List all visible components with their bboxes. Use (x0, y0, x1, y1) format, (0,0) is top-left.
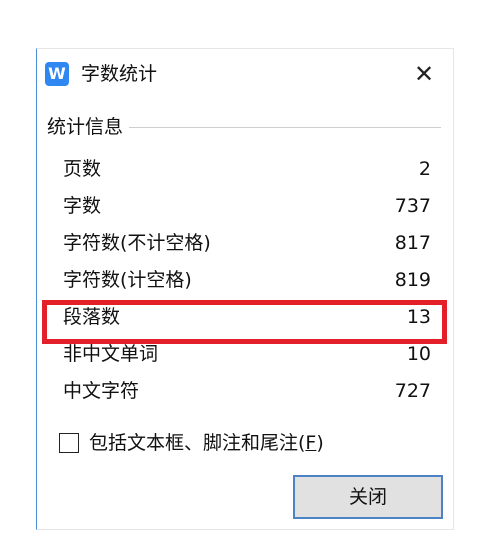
stat-label: 非中文单词 (63, 343, 159, 365)
stat-label: 字符数(不计空格) (63, 232, 211, 254)
stat-row-chars-no-spaces: 字符数(不计空格) 817 (63, 227, 431, 264)
word-count-dialog: W 字数统计 ✕ 统计信息 页数 2 字数 737 字符数(不计空格) 817 … (36, 48, 454, 530)
dialog-titlebar: W 字数统计 ✕ (37, 49, 453, 99)
stat-value: 737 (394, 195, 431, 217)
highlight-box (42, 300, 447, 344)
close-icon[interactable]: ✕ (409, 59, 439, 89)
stat-row-chars-with-spaces: 字符数(计空格) 819 (63, 264, 431, 301)
stat-value: 727 (394, 380, 431, 402)
stat-value: 819 (394, 269, 431, 291)
checkbox-label-suffix: ) (316, 432, 324, 454)
stat-value: 10 (406, 343, 431, 365)
stat-value: 817 (394, 232, 431, 254)
stats-list: 页数 2 字数 737 字符数(不计空格) 817 字符数(计空格) 819 段… (63, 153, 431, 412)
stat-value: 2 (418, 158, 431, 180)
stat-label: 字符数(计空格) (63, 269, 192, 291)
checkbox-accelerator: F (305, 432, 317, 454)
stat-row-chinese-chars: 中文字符 727 (63, 375, 431, 412)
group-title: 统计信息 (47, 115, 130, 139)
wps-writer-icon: W (45, 62, 69, 86)
include-textbox-footnotes-checkbox[interactable]: 包括文本框、脚注和尾注(F) (59, 429, 324, 457)
stat-label: 字数 (63, 195, 102, 217)
stat-label: 页数 (63, 158, 102, 180)
checkbox-label: 包括文本框、脚注和尾注(F) (89, 431, 324, 455)
close-button[interactable]: 关闭 (293, 475, 443, 519)
checkbox-label-text: 包括文本框、脚注和尾注( (89, 432, 306, 454)
stat-row-words: 字数 737 (63, 190, 431, 227)
dialog-title: 字数统计 (81, 63, 158, 85)
stat-row-pages: 页数 2 (63, 153, 431, 190)
stat-label: 中文字符 (63, 380, 140, 402)
checkbox-box[interactable] (59, 433, 79, 453)
